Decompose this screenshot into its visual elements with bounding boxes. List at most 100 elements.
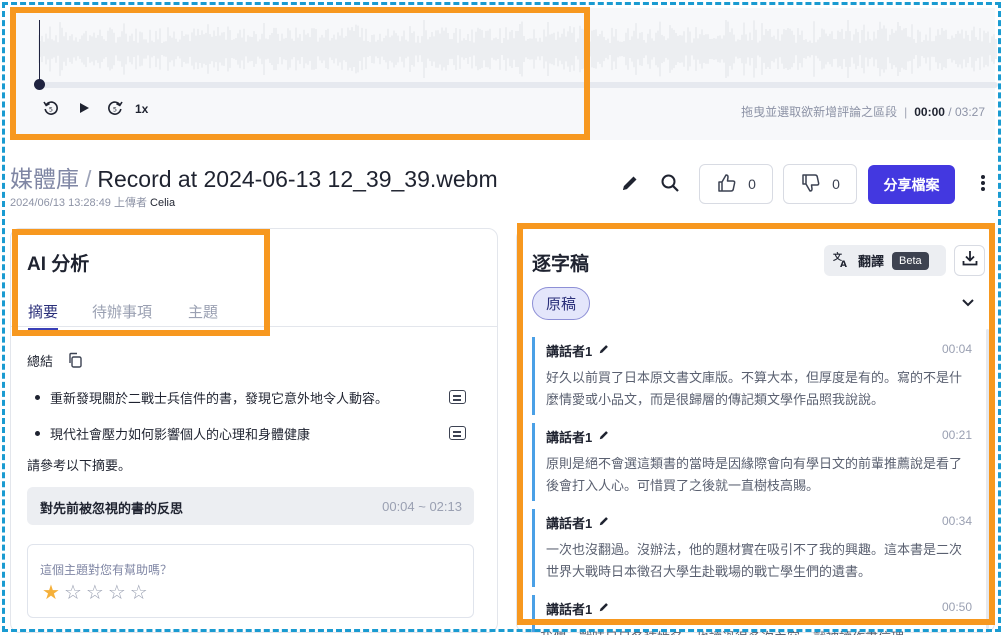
feedback-question: 這個主題對您有幫助嗎？ [40,563,173,577]
svg-text:A: A [840,260,847,268]
search-button[interactable] [659,174,681,196]
translate-button[interactable]: 文A 翻譯 Beta [824,245,946,276]
transcript-title: 逐字稿 [532,254,590,275]
svg-text:5: 5 [113,105,117,113]
dislike-count: 0 [832,176,840,192]
playback-speed-button[interactable]: 1x [135,102,148,116]
segment-speaker: 講話者1 [546,513,610,532]
analysis-tabs: 摘要 待辦事項 主題 [11,299,497,330]
speaker-name[interactable]: 講話者1 [546,427,592,446]
thumbs-up-icon [716,172,738,197]
uploader-name: Celia [150,197,176,209]
playhead-line [39,20,40,84]
segment-speaker: 講話者1 [546,599,610,618]
upload-meta: 2024/06/13 13:28:49 上傳者 Celia [10,194,175,210]
segment-speaker: 講話者1 [546,427,610,446]
feedback-card: 這個主題對您有幫助嗎？ ★ ☆ ☆ ☆ ☆ [27,544,474,618]
edit-title-button[interactable] [619,174,641,196]
copy-icon[interactable] [66,351,84,369]
segment-text: 一次也沒翻過。沒辦法，他的題材實在吸引不了我的興趣。這本書是二次世界大戰時日本徵… [546,542,963,579]
beta-badge: Beta [892,251,929,270]
speaker-name[interactable]: 講話者1 [546,341,592,360]
star-icon[interactable]: ☆ [130,583,148,603]
transcript-scrollbar[interactable] [986,329,989,629]
download-icon [961,249,979,272]
audio-player: 5 5 1x 拖曳並選取欲新增評論之區段 | 00:00 / 03:27 [10,8,998,140]
hint-separator: | [904,105,908,119]
more-options-button[interactable] [975,174,991,196]
rewind-icon: 5 [42,99,60,122]
subtitles-icon[interactable] [449,426,466,440]
segment-timestamp[interactable]: 00:04 [942,342,972,356]
total-duration: 03:27 [954,105,985,119]
subtitles-icon[interactable] [449,390,466,404]
like-count: 0 [748,176,756,192]
bullet-text: 重新發現關於二戰士兵信件的書，發現它意外地令人動容。 [50,391,389,406]
star-rating: ★ ☆ ☆ ☆ ☆ [42,583,148,603]
transcript-segment[interactable]: 講話者1 00:21 原則是絕不會選這類書的當時是因緣際會向有學日文的前輩推薦說… [532,423,972,501]
svg-text:5: 5 [49,105,53,113]
star-icon[interactable]: ★ [42,583,60,603]
translate-label: 翻譯 [858,254,885,269]
breadcrumb-separator: / [85,166,92,192]
segment-timestamp[interactable]: 00:34 [942,514,972,528]
upload-date: 2024/06/13 13:28:49 上傳者 [10,197,147,209]
transcript-panel: 逐字稿 文A 翻譯 Beta 原稿 講話者1 00:04 好久以前買了日本原文書… [516,228,995,633]
segment-text-overflow: 我們一戰時日日各種姓名，也讀過很多次內容，就被讀作書信理 [540,627,980,635]
segment-text: 好久以前買了日本原文書文庫版。不算大本，但厚度是有的。寫的不是什麼情愛或小品文，… [546,370,963,407]
topic-title: 對先前被忽視的書的反思 [40,501,184,516]
bullet-text: 現代社會壓力如何影響個人的心理和身體健康 [50,427,311,442]
summary-bullet: 重新發現關於二戰士兵信件的書，發現它意外地令人動容。 [35,388,388,407]
waveform[interactable] [38,20,998,78]
selection-hint: 拖曳並選取欲新增評論之區段 [741,105,898,119]
like-button[interactable]: 0 [699,164,773,204]
summary-note: 請參考以下摘要。 [27,458,132,473]
star-icon[interactable]: ☆ [64,583,82,603]
star-icon[interactable]: ☆ [86,583,104,603]
segment-speaker: 講話者1 [546,341,610,360]
topic-time-range: 00:04 ~ 02:13 [382,499,462,514]
star-icon[interactable]: ☆ [108,583,126,603]
ai-analysis-title: AI 分析 [27,254,90,275]
topic-card[interactable]: 對先前被忽視的書的反思 00:04 ~ 02:13 [27,487,474,525]
chevron-down-icon[interactable] [961,295,975,313]
forward-icon: 5 [106,99,124,122]
file-title: Record at 2024-06-13 12_39_39.webm [97,166,498,192]
segment-timestamp[interactable]: 00:21 [942,428,972,442]
time-slash: / [948,105,952,119]
speaker-name[interactable]: 講話者1 [546,513,592,532]
translate-icon: 文A [832,250,850,271]
speaker-name[interactable]: 講話者1 [546,599,592,618]
more-vertical-icon [980,173,986,198]
summary-bullet: 現代社會壓力如何影響個人的心理和身體健康 [35,424,310,443]
tab-topics[interactable]: 主題 [188,301,218,328]
progress-track[interactable] [38,82,998,88]
tab-action-items[interactable]: 待辦事項 [92,301,152,328]
edit-speaker-icon[interactable] [598,429,610,444]
summary-label: 總結 [27,354,54,369]
play-icon [78,101,90,119]
forward-5-button[interactable]: 5 [105,100,125,120]
playhead-handle[interactable] [34,79,45,90]
download-button[interactable] [954,245,985,276]
rewind-5-button[interactable]: 5 [41,100,61,120]
player-hint: 拖曳並選取欲新增評論之區段 | 00:00 / 03:27 [741,103,985,120]
transcript-segment[interactable]: 講話者1 00:04 好久以前買了日本原文書文庫版。不算大本，但厚度是有的。寫的… [532,337,972,415]
dislike-button[interactable]: 0 [783,164,857,204]
pencil-icon [620,173,640,198]
transcript-segment[interactable]: 講話者1 00:34 一次也沒翻過。沒辦法，他的題材實在吸引不了我的興趣。這本書… [532,509,972,587]
page-title: 媒體庫 / Record at 2024-06-13 12_39_39.webm [10,160,498,194]
edit-speaker-icon[interactable] [598,515,610,530]
thumbs-down-icon [800,172,822,197]
search-icon [660,173,680,198]
current-time: 00:00 [914,105,945,119]
edit-speaker-icon[interactable] [598,601,610,616]
share-file-button[interactable]: 分享檔案 [868,165,955,204]
edit-speaker-icon[interactable] [598,343,610,358]
segment-timestamp[interactable]: 00:50 [942,600,972,614]
bullet-dot [35,395,40,400]
breadcrumb-media-library[interactable]: 媒體庫 [10,166,79,192]
original-transcript-pill[interactable]: 原稿 [532,287,590,320]
tab-summary[interactable]: 摘要 [28,301,59,330]
play-button[interactable] [74,100,94,120]
